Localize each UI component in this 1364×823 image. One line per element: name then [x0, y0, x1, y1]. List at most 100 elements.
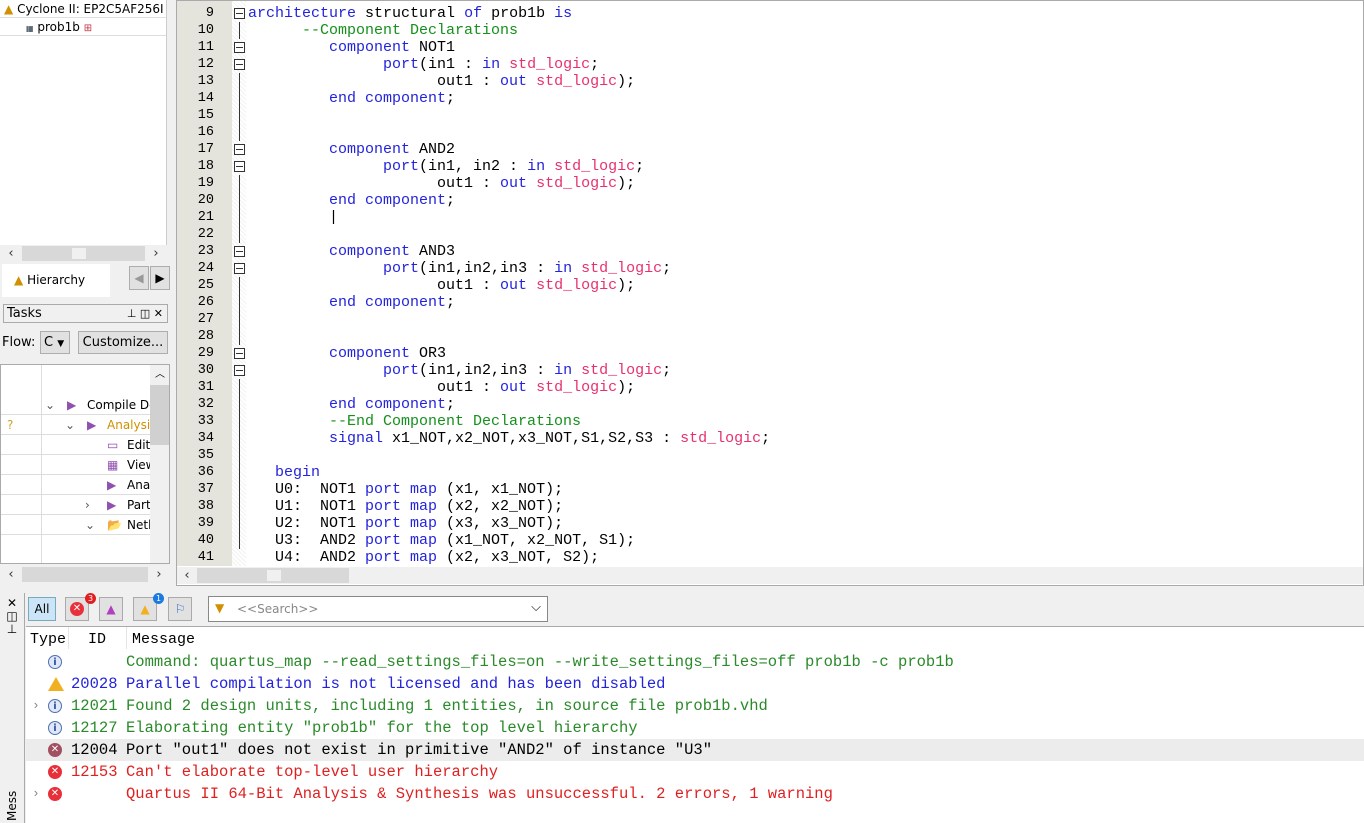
message-row[interactable]: › ✕ Quartus II 64-Bit Analysis & Synthesis…	[26, 783, 1364, 805]
message-text: Can't elaborate top-level user hierarchy	[126, 763, 499, 781]
pin-float-close-icons[interactable]: ⊥ ◫ ✕	[127, 305, 163, 323]
code-line[interactable]: component OR3	[248, 345, 446, 362]
close-float-pin-icons[interactable]: ✕ ◫ ⊥	[0, 597, 24, 636]
fold-toggle-icon[interactable]	[234, 161, 245, 172]
fold-toggle-icon[interactable]	[234, 365, 245, 376]
tasks-hscrollbar[interactable]: ‹ ›	[0, 566, 170, 583]
filter-all-button[interactable]: All	[28, 597, 56, 621]
fold-toggle-icon[interactable]	[234, 348, 245, 359]
message-search-input[interactable]: ▼ <<Search>> ⌵	[208, 596, 548, 622]
code-line[interactable]: signal x1_NOT,x2_NOT,x3_NOT,S1,S2,S3 : s…	[248, 430, 770, 447]
code-token: |	[248, 209, 339, 226]
code-line[interactable]: --Component Declarations	[248, 22, 518, 39]
task-item[interactable]: ▶ Analysis & Elaboration	[1, 475, 150, 495]
code-line[interactable]: U1: NOT1 port map (x2, x2_NOT);	[248, 498, 563, 515]
code-line[interactable]: U4: AND2 port map (x2, x3_NOT, S2);	[248, 549, 599, 566]
flag-icon: ⚐	[174, 602, 186, 616]
expand-chevron-icon[interactable]: ⌄	[85, 515, 95, 534]
code-line[interactable]: component AND3	[248, 243, 455, 260]
device-node[interactable]: ▲ Cyclone II: EP2C5AF256I	[0, 0, 166, 18]
code-line[interactable]: port(in1,in2,in3 : in std_logic;	[248, 260, 671, 277]
code-token: --End Component Declarations	[248, 413, 582, 430]
fold-toggle-icon[interactable]	[234, 8, 245, 19]
message-row[interactable]: › i 12021 Found 2 design units, including 1…	[26, 695, 1364, 717]
code-token: of	[464, 5, 483, 22]
code-line[interactable]: --End Component Declarations	[248, 413, 581, 430]
code-area[interactable]: architecture structural of prob1b is --C…	[177, 1, 1363, 566]
task-item[interactable]: › ▶ Partition Merge	[1, 495, 150, 515]
column-header-type[interactable]: Type	[30, 631, 68, 648]
message-row[interactable]: i Command: quartus_map --read_settings_fi…	[26, 651, 1364, 673]
task-item[interactable]: ? ⌄ ▶ Analysis & Synthesis	[1, 415, 150, 435]
expand-chevron-icon[interactable]: ⌄	[65, 415, 75, 434]
code-token: ;	[446, 192, 456, 209]
task-item[interactable]: ⌄ 📂 Netlist Viewers	[1, 515, 150, 535]
code-line[interactable]: out1 : out std_logic);	[248, 73, 635, 90]
tab-scroll-left-button[interactable]: ◀	[129, 266, 149, 290]
code-token: in	[527, 158, 546, 175]
code-line[interactable]: U0: NOT1 port map (x1, x1_NOT);	[248, 481, 563, 498]
entity-node[interactable]: ▦ prob1b ⊞	[0, 18, 166, 36]
code-token: ;	[590, 56, 600, 73]
code-line[interactable]: end component;	[248, 192, 455, 209]
editor-hscrollbar[interactable]: ‹	[177, 567, 1363, 584]
tab-hierarchy[interactable]: ▲ Hierarchy	[2, 264, 110, 297]
column-header-id[interactable]: ID	[88, 631, 106, 648]
code-line[interactable]: U3: AND2 port map (x1_NOT, x2_NOT, S1);	[248, 532, 635, 549]
customize-button[interactable]: Customize...	[78, 331, 168, 354]
code-line[interactable]: architecture structural of prob1b is	[248, 5, 572, 22]
code-line[interactable]: out1 : out std_logic);	[248, 277, 635, 294]
fold-toggle-icon[interactable]	[234, 263, 245, 274]
code-token: in	[482, 56, 501, 73]
fold-line	[239, 447, 240, 464]
filter-errors-button[interactable]: ✕ 3	[65, 593, 96, 621]
left-panel: ▲ Cyclone II: EP2C5AF256I ▦ prob1b ⊞ ‹ › …	[0, 0, 170, 588]
task-item[interactable]: ▦ View Report	[1, 455, 150, 475]
code-line[interactable]: port(in1 : in std_logic;	[248, 56, 599, 73]
chevron-down-icon[interactable]: ⌵	[531, 600, 541, 615]
filter-warnings-button[interactable]: ▲ 1	[133, 593, 164, 621]
fold-toggle-icon[interactable]	[234, 144, 245, 155]
messages-side-label: Messages	[5, 791, 19, 821]
code-line[interactable]: U2: NOT1 port map (x3, x3_NOT);	[248, 515, 563, 532]
code-line[interactable]: component AND2	[248, 141, 455, 158]
task-item[interactable]: ⌄ ▶ Compile Design	[1, 395, 150, 415]
message-row[interactable]: ✕ 12153 Can't elaborate top-level user hie…	[26, 761, 1364, 783]
message-row[interactable]: i 12127 Elaborating entity "prob1b" for th…	[26, 717, 1364, 739]
fold-toggle-icon[interactable]	[234, 246, 245, 257]
code-line[interactable]: |	[248, 209, 338, 226]
task-item[interactable]: ▭ Edit Settings	[1, 435, 150, 455]
filter-critical-warnings-button[interactable]: ▲	[99, 597, 123, 621]
code-line[interactable]: out1 : out std_logic);	[248, 379, 635, 396]
code-line[interactable]: end component;	[248, 396, 455, 413]
expand-chevron-icon[interactable]: ⌄	[45, 395, 55, 414]
hierarchy-hscrollbar[interactable]: ‹ ›	[0, 245, 167, 262]
column-header-message[interactable]: Message	[132, 631, 195, 648]
code-line[interactable]: component NOT1	[248, 39, 455, 56]
code-line[interactable]: begin	[248, 464, 320, 481]
fold-toggle-icon[interactable]	[234, 42, 245, 53]
tab-scroll-right-button[interactable]: ▶	[150, 266, 170, 290]
tasks-vscrollbar[interactable]: ︿	[150, 365, 169, 563]
message-text: Parallel compilation is not licensed and…	[126, 675, 666, 693]
code-line[interactable]: end component;	[248, 90, 455, 107]
code-token: in	[554, 260, 573, 277]
expand-chevron-icon[interactable]: ›	[32, 695, 40, 717]
message-row[interactable]: ✕ 12004 Port "out1" does not exist in prim…	[26, 739, 1364, 761]
code-line[interactable]: port(in1, in2 : in std_logic;	[248, 158, 644, 175]
expand-chevron-icon[interactable]: ›	[85, 495, 90, 514]
code-line[interactable]: end component;	[248, 294, 455, 311]
fold-toggle-icon[interactable]	[234, 59, 245, 70]
flow-select[interactable]: C ▼	[40, 331, 70, 354]
message-row[interactable]: 20028 Parallel compilation is not license…	[26, 673, 1364, 695]
expand-chevron-icon[interactable]: ›	[32, 783, 40, 805]
code-editor[interactable]: 9 10 11 12 13 14 15 16 17 18 19 20 21 22 23 24 25 26 27 28 2…	[176, 0, 1364, 586]
code-line[interactable]: port(in1,in2,in3 : in std_logic;	[248, 362, 671, 379]
filter-suppressed-button[interactable]: ⚐	[168, 597, 192, 621]
code-line[interactable]: out1 : out std_logic);	[248, 175, 635, 192]
code-token: (in1,in2,in3 :	[419, 260, 555, 277]
